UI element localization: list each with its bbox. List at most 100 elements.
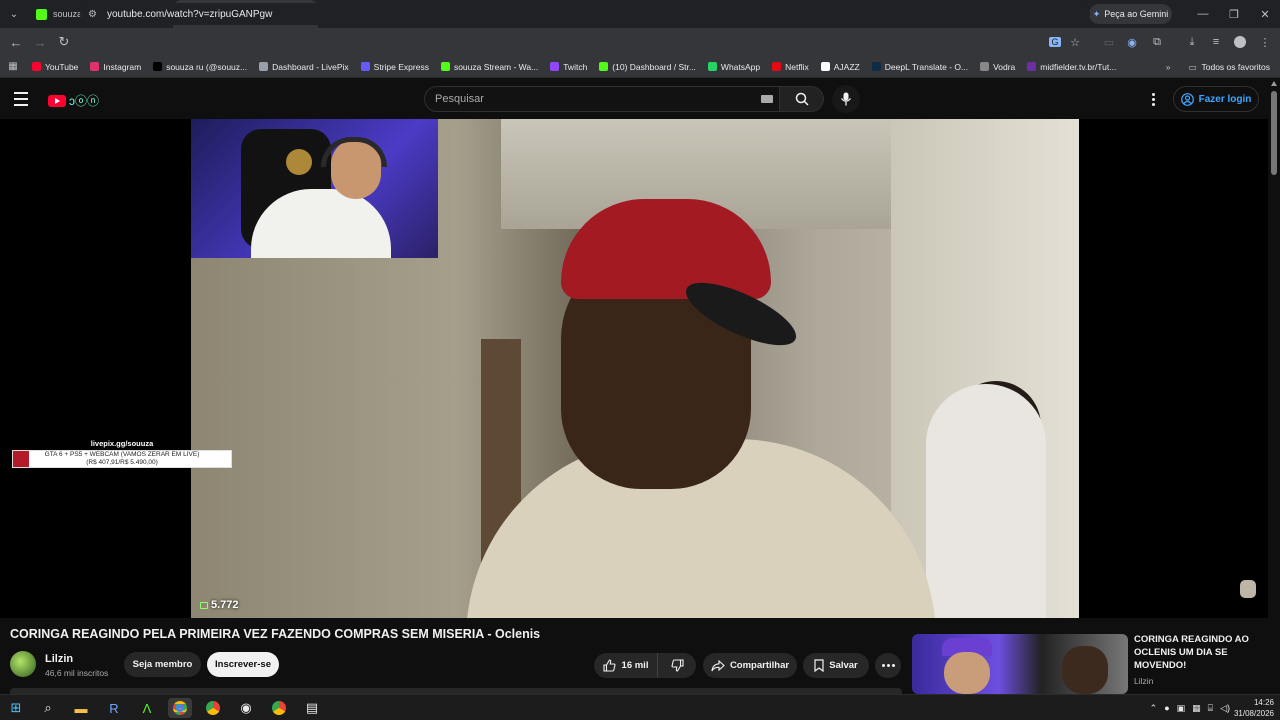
stream-corner-icon [1240, 580, 1256, 598]
youtube-logo[interactable]: ↄⓞⓝ [48, 92, 99, 109]
goal-progress-bar: GTA 6 + PS5 + WEBCAM (VAMOS ZERAR EM LIV… [12, 450, 232, 468]
streamer-webcam [191, 119, 438, 258]
network-icon[interactable]: ⌸ [1208, 703, 1213, 714]
cast-icon[interactable]: ▭ [1098, 28, 1120, 56]
taskbar-search-icon[interactable]: ⌕ [36, 698, 60, 718]
bookmark-label: midfielder.tv.br/Tut... [1040, 61, 1117, 72]
viewer-count: 5.772 [200, 599, 239, 611]
apps-grid-icon[interactable]: ▦ [0, 61, 26, 72]
recommended-video-title[interactable]: CORINGA REAGINDO AO OCLENIS UM DIA SE MO… [1134, 633, 1264, 672]
bookmark-label: Stripe Express [373, 61, 429, 72]
microphone-icon [840, 92, 852, 106]
scroll-up-icon[interactable] [1271, 81, 1277, 86]
translate-icon[interactable]: G [1044, 28, 1066, 56]
site-info-icon[interactable]: ⚙ [88, 9, 97, 20]
restore-icon[interactable]: ❐ [1219, 0, 1249, 28]
more-actions-icon[interactable] [875, 653, 901, 678]
bookmark-label: Instagram [103, 61, 142, 72]
save-button[interactable]: Salvar [803, 653, 869, 678]
tray-app-icon[interactable]: ▣ [1177, 703, 1186, 714]
bookmark-item[interactable]: Vodra [980, 62, 1015, 72]
bookmark-item[interactable]: Twitch [550, 62, 587, 72]
channel-name[interactable]: Lilzin [45, 653, 73, 665]
bookmark-item[interactable]: Instagram [90, 62, 141, 72]
search-input[interactable]: Pesquisar [424, 86, 780, 112]
bookmark-favicon-icon [772, 62, 782, 71]
account-icon [1180, 92, 1194, 106]
search-button[interactable] [780, 86, 824, 112]
bookmark-favicon-icon [90, 62, 100, 71]
channel-avatar[interactable] [10, 651, 36, 677]
scroll-thumb[interactable] [1271, 91, 1277, 175]
forward-icon[interactable]: → [28, 28, 52, 56]
address-bar[interactable]: ⚙ youtube.com/watch?v=zripuGANPgw [80, 3, 1090, 25]
downloads-icon[interactable]: ⤓ [1181, 28, 1203, 56]
keyboard-icon[interactable] [761, 95, 773, 103]
share-button[interactable]: Compartilhar [703, 653, 797, 678]
chrome-2-icon[interactable] [267, 698, 291, 718]
extensions-icon[interactable]: ⧉ [1146, 28, 1168, 56]
bookmark-item[interactable]: Stripe Express [360, 61, 429, 72]
bookmark-item[interactable]: Dashboard - LivePix [259, 62, 349, 72]
system-clock[interactable]: 14:26 31/08/2026 [1232, 697, 1274, 719]
chrome-icon[interactable] [168, 698, 192, 718]
join-button[interactable]: Seja membro [124, 652, 201, 677]
search-placeholder: Pesquisar [435, 93, 484, 105]
obs-icon[interactable]: ◉ [234, 698, 258, 718]
app-r-icon[interactable]: R [102, 698, 126, 718]
bookmark-item[interactable]: souuza ru (@souuz... [153, 62, 247, 72]
bookmark-item[interactable]: midfielder.tv.br/Tut... [1027, 62, 1116, 72]
screen: ⌄ souuza Stream - Watch Live✕CORINGA REA… [0, 0, 1280, 720]
system-tray: ⌃ ● ▣ ▦ ⌸ ◁) [1150, 695, 1230, 720]
page-scrollbar[interactable] [1268, 79, 1280, 694]
calculator-icon[interactable]: ▤ [300, 698, 324, 718]
browser-menu-icon[interactable]: ⋮ [1254, 28, 1276, 56]
thumbs-down-icon [670, 659, 684, 672]
minimize-icon[interactable]: — [1188, 0, 1218, 28]
goal-line-1: GTA 6 + PS5 + WEBCAM (VAMOS ZERAR EM LIV… [44, 451, 200, 458]
donation-goal-overlay: livepix.gg/souuza GTA 6 + PS5 + WEBCAM (… [12, 439, 232, 468]
tray-teams-icon[interactable]: ▦ [1192, 703, 1201, 714]
recommended-video-channel[interactable]: Lilzin [1134, 676, 1153, 686]
subscribe-button[interactable]: Inscrever-se [207, 652, 279, 677]
viewers-icon [200, 601, 208, 609]
audio-icon[interactable]: ◉ [1121, 28, 1143, 56]
clock-date: 31/08/2026 [1233, 709, 1274, 718]
guide-menu-icon[interactable] [14, 89, 34, 109]
volume-icon[interactable]: ◁) [1220, 703, 1230, 714]
like-button[interactable]: 16 mil [594, 653, 658, 678]
tray-overflow-icon[interactable]: ⌃ [1150, 703, 1158, 714]
more-bookmarks-icon[interactable]: » [1166, 62, 1171, 72]
kick-app-icon[interactable]: Λ [135, 698, 159, 718]
voice-search-button[interactable] [832, 85, 860, 113]
file-explorer-icon[interactable]: ▬ [69, 698, 93, 718]
sign-in-button[interactable]: Fazer login [1173, 86, 1259, 112]
bookmark-item[interactable]: AJAZZ [820, 62, 860, 72]
tab-search-icon[interactable]: ⌄ [0, 0, 28, 28]
bookmark-item[interactable]: souuza Stream - Wa... [440, 62, 538, 72]
bookmark-item[interactable]: WhatsApp [707, 62, 760, 72]
dislike-button[interactable] [658, 653, 696, 678]
bookmark-item[interactable]: DeepL Translate - O... [871, 62, 968, 72]
clock-time: 14:26 [1253, 698, 1274, 707]
start-icon[interactable]: ⊞ [4, 698, 28, 718]
reload-icon[interactable]: ↻ [52, 28, 76, 56]
bookmark-item[interactable]: Netflix [772, 62, 809, 72]
recommended-video-thumbnail[interactable] [912, 634, 1128, 694]
reading-list-icon[interactable]: ≡ [1205, 28, 1227, 56]
settings-menu-icon[interactable] [1146, 89, 1160, 109]
bookmark-item[interactable]: YouTube [32, 62, 78, 72]
video-player[interactable]: livepix.gg/souuza GTA 6 + PS5 + WEBCAM (… [0, 119, 1268, 618]
thumbnail-face-2 [1062, 646, 1108, 694]
bookmark-item[interactable]: (10) Dashboard / Str... [599, 62, 696, 72]
all-bookmarks-button[interactable]: » ▭ Todos os favoritos [1166, 56, 1270, 78]
browser-toolbar: ← → ↻ [0, 28, 1280, 56]
profile-icon[interactable] [1229, 28, 1251, 56]
chrome-profile-icon[interactable] [201, 698, 225, 718]
back-icon[interactable]: ← [4, 28, 28, 56]
bookmark-star-icon[interactable]: ☆ [1064, 28, 1086, 56]
youtube-masthead: ↄⓞⓝ Pesquisar Fazer login [0, 79, 1280, 119]
tray-mic-icon[interactable]: ● [1164, 703, 1169, 713]
close-window-icon[interactable]: ✕ [1250, 0, 1280, 28]
gemini-button[interactable]: ✦ Peça ao Gemini [1089, 4, 1172, 24]
